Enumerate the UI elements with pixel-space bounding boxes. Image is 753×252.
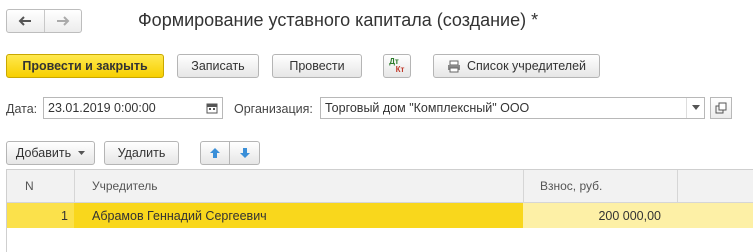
arrow-right-icon: [56, 16, 70, 26]
organization-value: Торговый дом "Комплексный" ООО: [325, 101, 530, 115]
chevron-down-icon: [692, 105, 700, 110]
date-field[interactable]: 23.01.2019 0:00:00: [43, 97, 223, 119]
amount-cell[interactable]: 200 000,00: [523, 203, 677, 228]
column-header-n[interactable]: N: [25, 170, 34, 202]
column-header-founder[interactable]: Учредитель: [92, 170, 158, 202]
kt-label: Кт: [395, 65, 405, 74]
post-button[interactable]: Провести: [272, 54, 362, 78]
forward-button[interactable]: [43, 10, 82, 32]
arrow-up-icon: [210, 148, 220, 158]
date-label: Дата:: [6, 102, 38, 116]
empty-cell: [677, 203, 753, 228]
back-button[interactable]: [7, 10, 44, 32]
add-label: Добавить: [15, 146, 72, 160]
calendar-icon: [206, 103, 218, 114]
table-header: N Учредитель Взнос, руб.: [7, 170, 753, 203]
page-title: Формирование уставного капитала (создани…: [138, 10, 539, 30]
calendar-button[interactable]: [203, 100, 221, 116]
navigation-buttons: [6, 9, 82, 33]
chevron-down-icon: [78, 150, 86, 155]
row-number: 1: [7, 203, 74, 228]
organization-label: Организация:: [234, 102, 313, 116]
arrow-down-icon: [239, 148, 250, 158]
add-button[interactable]: Добавить: [6, 141, 95, 165]
founder-cell[interactable]: Абрамов Геннадий Сергеевич: [74, 203, 523, 228]
organization-field[interactable]: Торговый дом "Комплексный" ООО: [320, 97, 705, 119]
post-and-close-button[interactable]: Провести и закрыть: [6, 54, 164, 78]
delete-button[interactable]: Удалить: [104, 141, 179, 165]
arrow-left-icon: [18, 16, 32, 26]
organization-dropdown-button[interactable]: [686, 98, 705, 118]
founders-table: N Учредитель Взнос, руб. 1 Абрамов Генна…: [6, 169, 753, 252]
move-down-button[interactable]: [230, 141, 260, 165]
open-organization-button[interactable]: [710, 97, 732, 119]
date-value: 23.01.2019 0:00:00: [48, 101, 156, 115]
move-up-button[interactable]: [200, 141, 230, 165]
printer-icon: [447, 60, 460, 72]
open-link-icon: [715, 102, 727, 114]
dt-kt-button[interactable]: Дт Кт: [383, 54, 411, 78]
save-button[interactable]: Записать: [177, 54, 259, 78]
founders-list-button[interactable]: Список учредителей: [433, 54, 600, 78]
founders-list-label: Список учредителей: [466, 59, 587, 73]
column-header-amount[interactable]: Взнос, руб.: [540, 170, 602, 202]
table-row[interactable]: 1 Абрамов Геннадий Сергеевич 200 000,00: [7, 203, 753, 228]
move-buttons: [200, 141, 260, 165]
